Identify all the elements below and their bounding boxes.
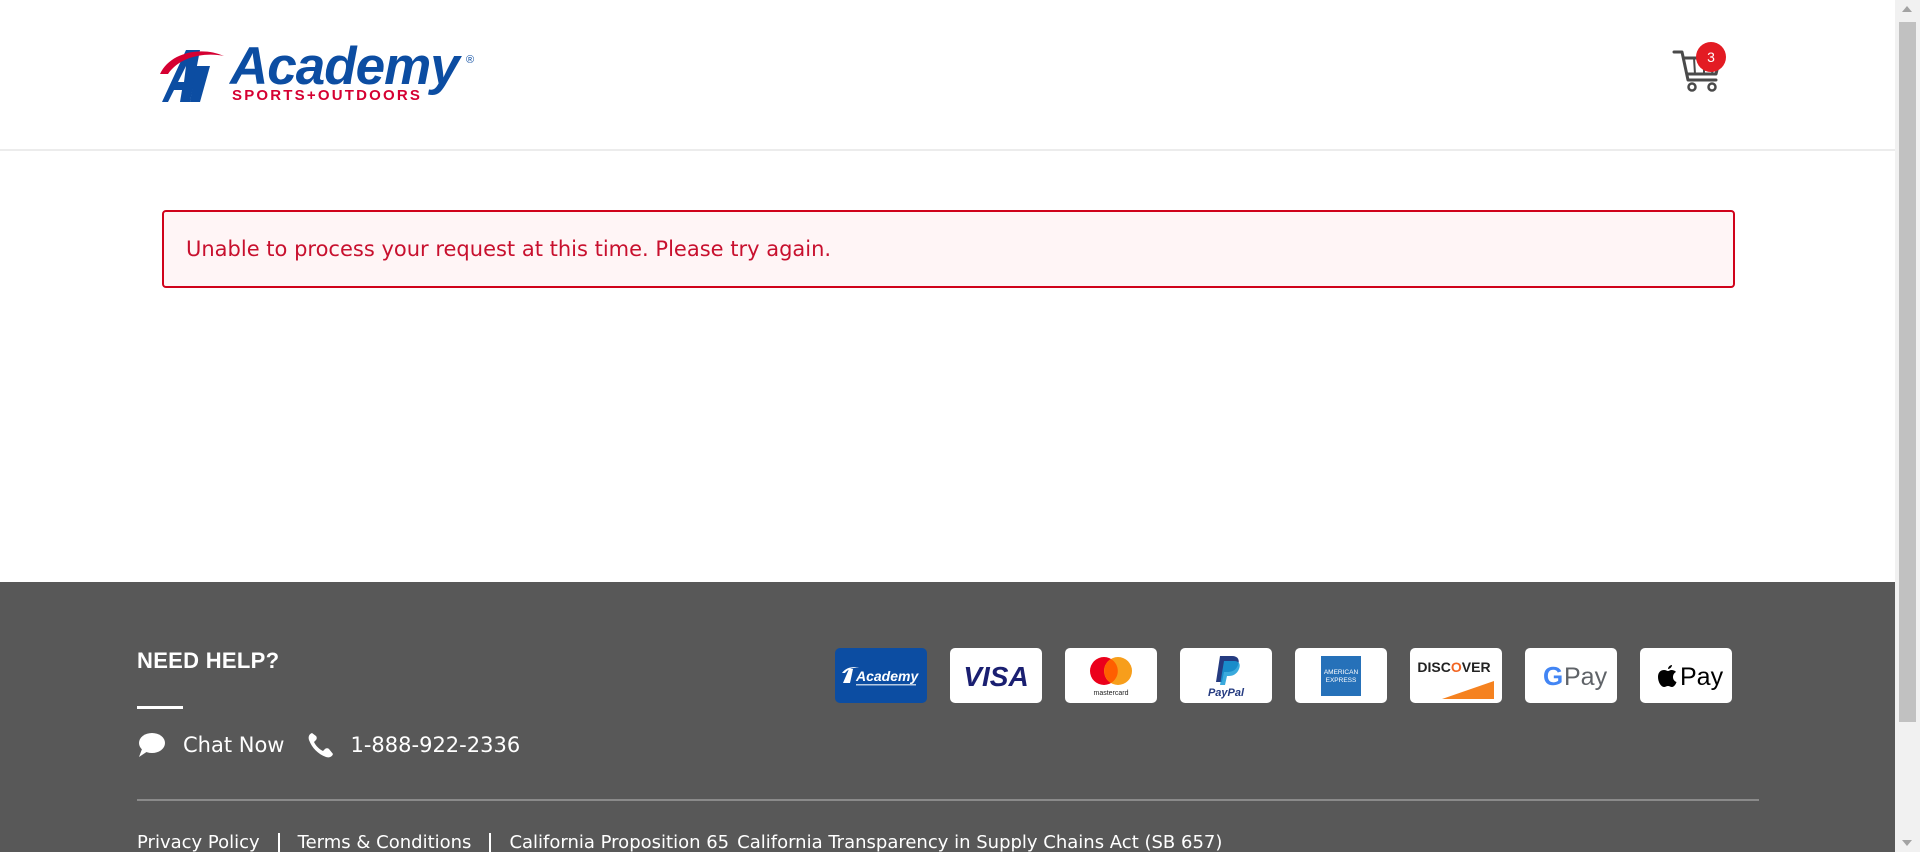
academy-logo[interactable]: Academy ® SPORTS+OUTDOORS <box>156 40 476 108</box>
logo-registered-mark: ® <box>466 54 475 66</box>
svg-text:AMERICAN: AMERICAN <box>1324 669 1359 676</box>
error-alert: Unable to process your request at this t… <box>162 210 1735 288</box>
svg-text:PayPal: PayPal <box>1208 687 1245 699</box>
scroll-up-arrow-icon[interactable] <box>1902 6 1912 12</box>
logo-tagline: SPORTS+OUTDOORS <box>232 87 423 104</box>
academy-a-logo-icon <box>160 50 224 102</box>
academy-card-icon: Academy <box>835 648 927 703</box>
site-footer: NEED HELP? Chat Now 1-888-922-2336 Acade… <box>0 582 1895 853</box>
privacy-policy-link[interactable]: Privacy Policy <box>137 832 260 853</box>
visa-icon: VISA <box>950 648 1042 703</box>
svg-text:mastercard: mastercard <box>1093 690 1128 697</box>
payment-methods: Academy VISA mastercard PayPal AMERICAN … <box>835 648 1732 703</box>
svg-text:DISCOVER: DISCOVER <box>1417 659 1490 675</box>
contact-options: Chat Now 1-888-922-2336 <box>137 730 520 760</box>
google-pay-icon: G Pay <box>1525 648 1617 703</box>
chat-now-link[interactable]: Chat Now <box>183 733 284 757</box>
error-message: Unable to process your request at this t… <box>186 237 832 261</box>
svg-text:Pay: Pay <box>1680 663 1724 691</box>
cart-count-badge: 3 <box>1696 42 1726 72</box>
scrollbar-thumb[interactable] <box>1899 22 1916 722</box>
chat-bubble-icon[interactable] <box>137 731 167 759</box>
site-header: Academy ® SPORTS+OUTDOORS 3 <box>0 0 1895 151</box>
footer-divider <box>137 799 1759 801</box>
need-help-heading: NEED HELP? <box>137 648 280 673</box>
prop-65-link[interactable]: California Proposition 65 <box>509 832 729 853</box>
heading-underline <box>137 706 183 709</box>
apple-pay-icon: Pay <box>1640 648 1732 703</box>
scroll-down-arrow-icon[interactable] <box>1902 840 1912 846</box>
page: Academy ® SPORTS+OUTDOORS 3 Unable to pr… <box>0 0 1895 853</box>
svg-text:EXPRESS: EXPRESS <box>1326 677 1357 684</box>
svg-text:VISA: VISA <box>963 661 1028 691</box>
phone-number-link[interactable]: 1-888-922-2336 <box>350 733 520 757</box>
vertical-scrollbar[interactable] <box>1895 0 1920 852</box>
mastercard-icon: mastercard <box>1065 648 1157 703</box>
svg-text:Academy: Academy <box>855 668 919 684</box>
link-separator <box>489 832 492 853</box>
paypal-icon: PayPal <box>1180 648 1272 703</box>
link-separator <box>277 832 280 853</box>
discover-icon: DISCOVER <box>1410 648 1502 703</box>
svg-text:G: G <box>1543 661 1563 691</box>
svg-text:Pay: Pay <box>1564 663 1608 691</box>
phone-icon <box>309 733 334 758</box>
logo-wordmark: Academy <box>230 37 460 96</box>
amex-icon: AMERICAN EXPRESS <box>1295 648 1387 703</box>
supply-chains-act-link[interactable]: California Transparency in Supply Chains… <box>737 832 1222 853</box>
terms-conditions-link[interactable]: Terms & Conditions <box>298 832 472 853</box>
footer-links: Privacy Policy Terms & Conditions Califo… <box>137 832 1222 853</box>
